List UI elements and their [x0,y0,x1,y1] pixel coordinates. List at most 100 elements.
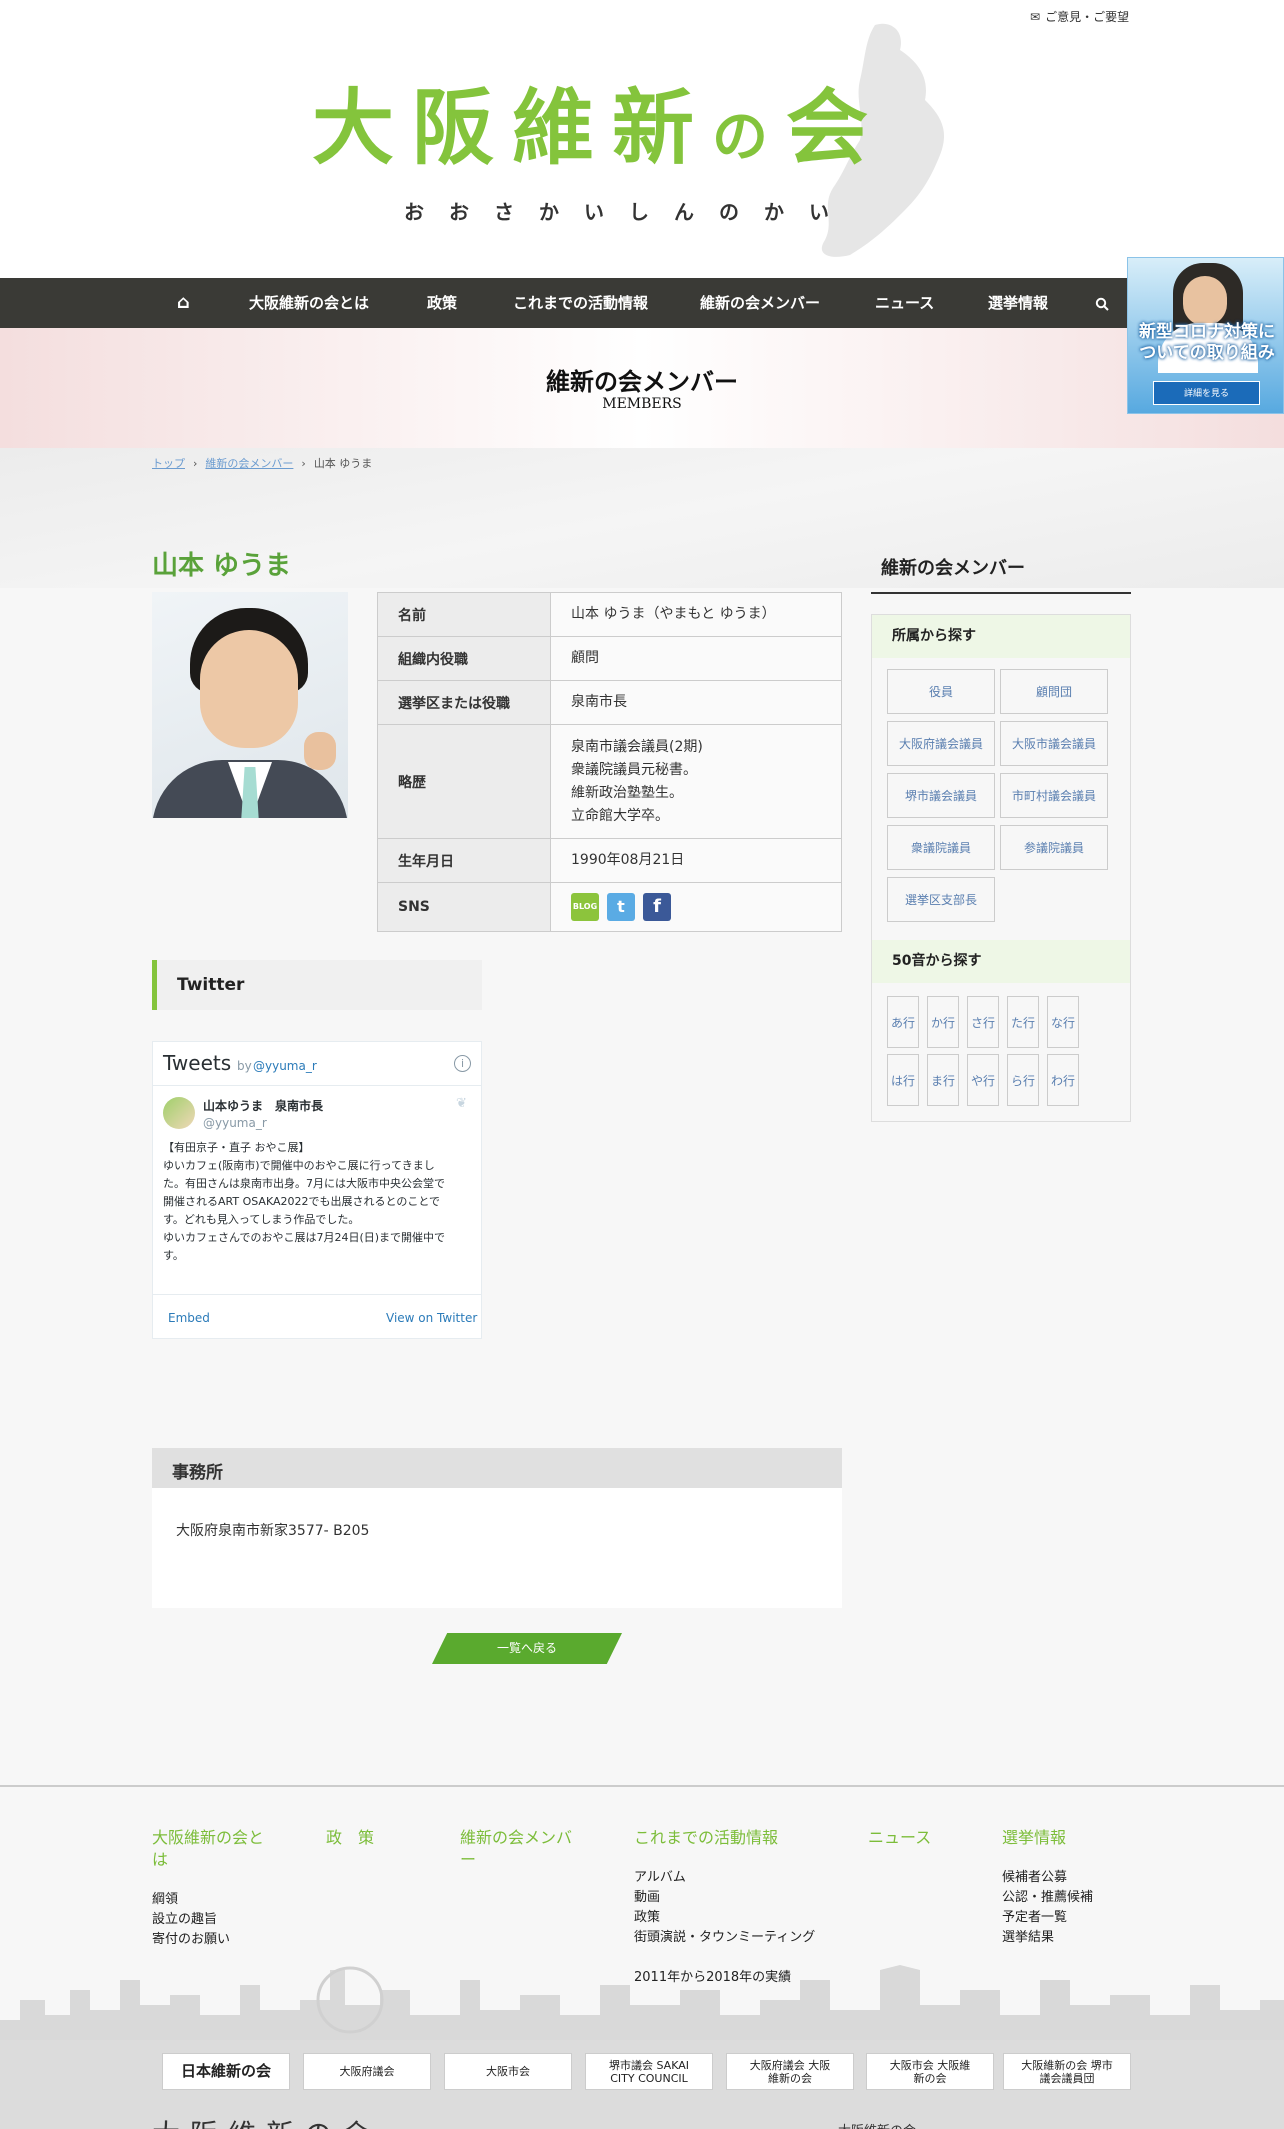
feedback-link[interactable]: ✉ ご意見・ご要望 [1030,8,1129,25]
footer-link[interactable]: 動画 [634,1888,660,1908]
partner-osaka-pref-assembly[interactable]: 大阪府議会 [303,2053,431,2090]
footer-col-about-title[interactable]: 大阪維新の会とは [152,1827,267,1871]
twitter-heading-text: Twitter [177,975,245,995]
timeline-title: Tweets [163,1051,232,1075]
footer-link[interactable]: アルバム [634,1868,686,1888]
chevron-right-icon: › [193,456,198,470]
filter-officers[interactable]: 役員 [887,669,995,714]
footer-right-text: 大阪維新の会 [838,2120,916,2129]
page-subtitle: MEMBERS [602,396,682,412]
banner-details-button[interactable]: 詳細を見る [1153,381,1260,405]
chevron-right-icon: › [301,456,306,470]
footer-link[interactable]: 寄付のお願い [152,1930,230,1950]
footer-link[interactable]: 公認・推薦候補 [1002,1888,1093,1908]
kana-a[interactable]: あ行 [887,996,919,1048]
footer-col-members-title[interactable]: 維新の会メンバー [460,1827,580,1871]
search-icon[interactable] [1095,278,1109,328]
kana-ka[interactable]: か行 [927,996,959,1048]
divider [153,1294,481,1295]
table-row: SNS BLOG t f [377,882,842,932]
twitter-timeline-widget[interactable]: Tweets by @yyuma_r i 山本ゆうま 泉南市長 @yyuma_r… [152,1041,482,1339]
covid-banner[interactable]: 新型コロナ対策に ついての取り組み 詳細を見る [1127,257,1284,414]
kana-ya[interactable]: や行 [967,1054,999,1106]
partner-sakai-ishin[interactable]: 大阪維新の会 堺市議会議員団 [1003,2053,1131,2090]
timeline-handle-link[interactable]: @yyuma_r [253,1059,317,1073]
tweet-author-handle[interactable]: @yyuma_r [203,1116,267,1130]
tweet-line: す。 [163,1249,184,1262]
affiliation-heading: 所属から探す [872,615,1130,658]
site-logo[interactable]: 大阪維新の会 [312,88,886,170]
footer-col-news-title[interactable]: ニュース [868,1827,931,1849]
kana-sa[interactable]: さ行 [967,996,999,1048]
footer-link[interactable]: 街頭演説・タウンミーティング [634,1928,815,1948]
twitter-bird-icon[interactable]: ❦ [456,1096,467,1111]
embed-link[interactable]: Embed [168,1311,210,1325]
nav-item-about[interactable]: 大阪維新の会とは [249,278,369,328]
office-address: 大阪府泉南市新家3577- B205 [176,1523,370,1539]
footer-link[interactable]: 綱領 [152,1890,178,1910]
office-body: 大阪府泉南市新家3577- B205 [152,1488,842,1608]
page-title: 維新の会メンバー [546,368,738,396]
nav-item-election[interactable]: 選挙情報 [988,278,1048,328]
filter-advisors[interactable]: 顧問団 [1000,669,1108,714]
partner-nippon-ishin[interactable]: 日本維新の会 [162,2053,290,2090]
partner-pref-ishin[interactable]: 大阪府議会 大阪維新の会 [726,2053,854,2090]
footer-col-policy-title[interactable]: 政 策 [326,1827,374,1849]
tweet-line: ゆいカフェ(阪南市)で開催中のおやこ展に行ってきまし [163,1159,435,1172]
photo-face [200,630,298,748]
filter-sakai[interactable]: 堺市議会議員 [887,773,995,818]
footer-col-election-title[interactable]: 選挙情報 [1002,1827,1066,1849]
footer-link[interactable]: 2011年から2018年の実績 [634,1968,791,1988]
partner-sakai-council[interactable]: 堺市議会 SAKAI CITY COUNCIL [585,2053,713,2090]
kana-na[interactable]: な行 [1047,996,1079,1048]
footer-link[interactable]: 予定者一覧 [1002,1908,1067,1928]
footer-divider [0,1785,1284,1787]
nav-item-activity[interactable]: これまでの活動情報 [513,278,648,328]
twitter-icon[interactable]: t [607,893,635,921]
filter-branch-heads[interactable]: 選挙区支部長 [887,877,995,922]
kana-wa[interactable]: わ行 [1047,1054,1079,1106]
table-row: 略歴 泉南市議会議員(2期) 衆議院議員元秘書。 維新政治塾塾生。 立命館大学卒… [377,724,842,839]
photo-fist [304,732,336,770]
avatar[interactable] [163,1097,195,1129]
filter-prefectural[interactable]: 大阪府議会議員 [887,721,995,766]
kana-ha[interactable]: は行 [887,1054,919,1106]
row-value-birth: 1990年08月21日 [550,838,842,883]
facebook-icon[interactable]: f [643,893,671,921]
table-row: 名前 山本 ゆうま（やまもと ゆうま） [377,592,842,637]
row-label-role: 組織内役職 [377,636,551,681]
home-icon[interactable]: ⌂ [177,278,190,328]
partner-city-ishin[interactable]: 大阪市会 大阪維新の会 [866,2053,994,2090]
footer-link[interactable]: 設立の趣旨 [152,1910,217,1930]
filter-councillors[interactable]: 参議院議員 [1000,825,1108,870]
banner-line-2: ついての取り組み [1139,343,1275,363]
view-on-twitter-link[interactable]: View on Twitter [386,1311,477,1325]
banner-person-face [1183,276,1227,326]
kana-ta[interactable]: た行 [1007,996,1039,1048]
footer-logo[interactable]: 大阪維新の会 [152,2113,380,2129]
kana-ra[interactable]: ら行 [1007,1054,1039,1106]
filter-city[interactable]: 大阪市議会議員 [1000,721,1108,766]
kana-ma[interactable]: ま行 [927,1054,959,1106]
back-to-list-button[interactable]: 一覧へ戻る [432,1633,622,1664]
partner-osaka-city-council[interactable]: 大阪市会 [444,2053,572,2090]
logo-subtitle: おおさかいしんのかい [404,200,854,224]
row-label-birth: 生年月日 [377,838,551,883]
info-icon[interactable]: i [454,1055,471,1072]
footer-link[interactable]: 政策 [634,1908,660,1928]
filter-house-reps[interactable]: 衆議院議員 [887,825,995,870]
breadcrumb-home[interactable]: トップ [152,455,185,471]
footer-link[interactable]: 選挙結果 [1002,1928,1054,1948]
breadcrumb-members[interactable]: 維新の会メンバー [205,455,293,471]
blog-icon[interactable]: BLOG [571,893,599,921]
banner-line-1: 新型コロナ対策に [1139,322,1275,342]
footer-link[interactable]: 候補者公募 [1002,1868,1067,1888]
member-name: 山本 ゆうま [152,551,292,581]
footer-col-activity-title[interactable]: これまでの活動情報 [634,1827,778,1849]
filter-municipal[interactable]: 市町村議会議員 [1000,773,1108,818]
nav-item-news[interactable]: ニュース [875,278,934,328]
nav-item-policy[interactable]: 政策 [427,278,457,328]
tweet-author[interactable]: 山本ゆうま 泉南市長 [203,1097,323,1114]
career-line: 維新政治塾塾生。 [571,784,683,801]
nav-item-members[interactable]: 維新の会メンバー [700,278,820,328]
